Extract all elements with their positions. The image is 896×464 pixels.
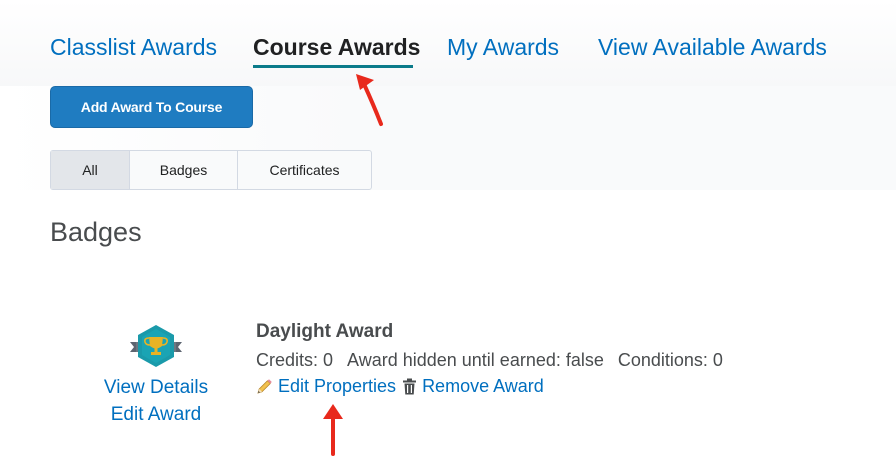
view-details-link[interactable]: View Details [100,374,212,401]
award-type-filter: All Badges Certificates [50,150,372,190]
tab-my-awards[interactable]: My Awards [447,30,559,64]
award-meta: Credits: 0 Award hidden until earned: fal… [256,346,737,374]
tab-view-available-awards[interactable]: View Available Awards [598,30,827,64]
award-actions: Edit Properties Remove Award [256,373,544,400]
award-name: Daylight Award [256,321,394,342]
award-credits: Credits: 0 [256,350,334,370]
add-award-to-course-button[interactable]: Add Award To Course [50,86,253,128]
section-title: Badges [50,217,142,247]
remove-award-link[interactable]: Remove Award [422,373,544,400]
tab-classlist-awards[interactable]: Classlist Awards [50,30,217,64]
filter-badges-button[interactable]: Badges [129,151,237,189]
annotation-arrow-course-awards [356,74,383,126]
award-conditions: Conditions: 0 [617,350,723,370]
trophy-badge-icon [130,325,182,367]
trash-icon [402,378,417,395]
pencil-icon [256,378,273,395]
tab-course-awards[interactable]: Course Awards [253,30,420,64]
filter-all-button[interactable]: All [51,151,129,189]
filter-certificates-button[interactable]: Certificates [237,151,371,189]
award-image-column: View Details Edit Award [100,318,212,428]
award-hidden-status: Award hidden until earned: false [347,350,604,370]
edit-award-link[interactable]: Edit Award [100,401,212,428]
edit-properties-link[interactable]: Edit Properties [278,373,396,400]
annotation-arrow-edit-properties [323,404,343,456]
